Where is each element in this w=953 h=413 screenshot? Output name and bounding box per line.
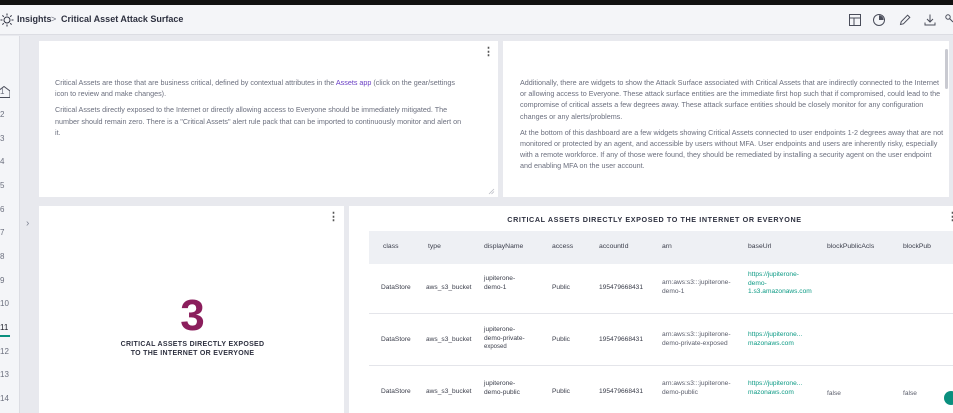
expand-chevron-icon[interactable]: › [26,218,29,229]
intro-text-right: Additionally, there are widgets to show … [520,78,944,171]
cell-baseurl-link[interactable]: https://jupiterone... mazonaws.com [748,380,802,397]
intro-card-right: Additionally, there are widgets to show … [503,41,949,197]
table-title: CRITICAL ASSETS DIRECTLY EXPOSED TO THE … [507,215,802,224]
column-header[interactable]: class [383,243,399,250]
help-chat-icon[interactable] [944,391,953,405]
line-number: 2 [0,110,5,119]
table-row[interactable]: DataStore aws_s3_bucket jupiterone-demo-… [369,264,953,314]
line-number: 6 [0,205,5,214]
cell-accountid: 195479668431 [599,388,644,395]
intro-card-left: ⋮ Critical Assets are those that are bus… [39,41,498,197]
column-header[interactable]: blockPub [903,243,931,250]
more-icon[interactable] [944,13,953,27]
cell-class: DataStore [381,388,411,395]
cell-type: aws_s3_bucket [426,388,472,395]
cell-displayname: jupiterone-demo-public [484,380,520,396]
insights-icon[interactable] [0,13,14,27]
cell-arn: arn:aws:s3:::jupiterone-demo-1 [662,279,731,295]
line-number: 9 [0,276,5,285]
cell-type: aws_s3_bucket [426,284,472,291]
column-header[interactable]: accountId [599,243,628,250]
cell-access: Public [552,388,570,395]
count-value: 3 [180,291,205,340]
column-header[interactable]: displayName [484,243,523,250]
page-title: Critical Asset Attack Surface [61,14,184,24]
cell-class: DataStore [381,284,411,291]
breadcrumb-separator: > [51,14,57,24]
line-number-active: 11 [0,323,9,332]
line-number: 4 [0,157,5,166]
scrollbar[interactable] [945,49,948,89]
assets-table: class type displayName access accountId … [369,231,953,413]
edit-icon[interactable] [898,13,912,27]
resize-handle-icon[interactable] [488,188,495,195]
line-gutter: 1 2 3 4 5 6 7 8 9 10 11 12 13 14 [0,36,20,413]
table-row[interactable]: DataStore aws_s3_bucket jupiterone-demo-… [369,366,953,413]
line-number: 8 [0,252,5,261]
line-number: 5 [0,181,5,190]
assets-app-link[interactable]: Assets app [336,78,372,87]
card-menu-icon[interactable]: ⋮ [947,212,953,223]
clock-icon[interactable] [872,13,886,27]
cell-accountid: 195479668431 [599,336,644,343]
cell-blockpublicacls: false [827,390,841,397]
count-label: CRITICAL ASSETS DIRECTLY EXPOSED TO THE … [120,341,265,357]
cell-accountid: 195479668431 [599,284,644,291]
card-menu-icon[interactable]: ⋮ [328,212,339,223]
column-header[interactable]: blockPublicAcls [827,243,874,250]
download-icon[interactable] [923,13,937,27]
app-header: Insights > Critical Asset Attack Surface [0,5,953,35]
column-header[interactable]: arn [662,243,672,250]
line-number: 12 [0,347,9,356]
cell-baseurl-link[interactable]: https://jupiterone... mazonaws.com [748,331,802,348]
breadcrumb-insights[interactable]: Insights [17,14,52,24]
count-widget: ⋮ 3 CRITICAL ASSETS DIRECTLY EXPOSED TO … [39,206,344,413]
table-widget: CRITICAL ASSETS DIRECTLY EXPOSED TO THE … [349,206,953,413]
cell-access: Public [552,336,570,343]
active-line-indicator [0,335,10,337]
cell-class: DataStore [381,336,411,343]
table-row[interactable]: DataStore aws_s3_bucket jupiterone-demo-… [369,314,953,366]
card-menu-icon[interactable]: ⋮ [483,47,494,58]
cell-access: Public [552,284,570,291]
column-header[interactable]: baseUrl [748,243,771,250]
line-number: 10 [0,299,9,308]
line-number: 1 [0,87,5,96]
column-header[interactable]: type [428,243,441,250]
line-number: 7 [0,228,5,237]
cell-displayname: jupiterone-demo-1 [484,275,516,291]
column-header[interactable]: access [552,243,573,250]
layout-icon[interactable] [848,13,862,27]
intro-text-left: Critical Assets are those that are busin… [55,78,462,137]
line-number: 13 [0,370,9,379]
cell-arn: arn:aws:s3:::jupiterone-demo-private-exp… [662,331,731,347]
line-number: 14 [0,394,9,403]
line-number: 3 [0,134,5,143]
cell-displayname: jupiterone-demo-private-exposed [484,326,525,351]
cell-blockpub: false [903,390,917,397]
cell-type: aws_s3_bucket [426,336,472,343]
cell-arn: arn:aws:s3:::jupiterone-demo-public [662,380,731,396]
table-header: class type displayName access accountId … [369,231,953,264]
cell-baseurl-link[interactable]: https://jupiterone-demo- 1.s3.amazonaws.c… [748,271,812,297]
